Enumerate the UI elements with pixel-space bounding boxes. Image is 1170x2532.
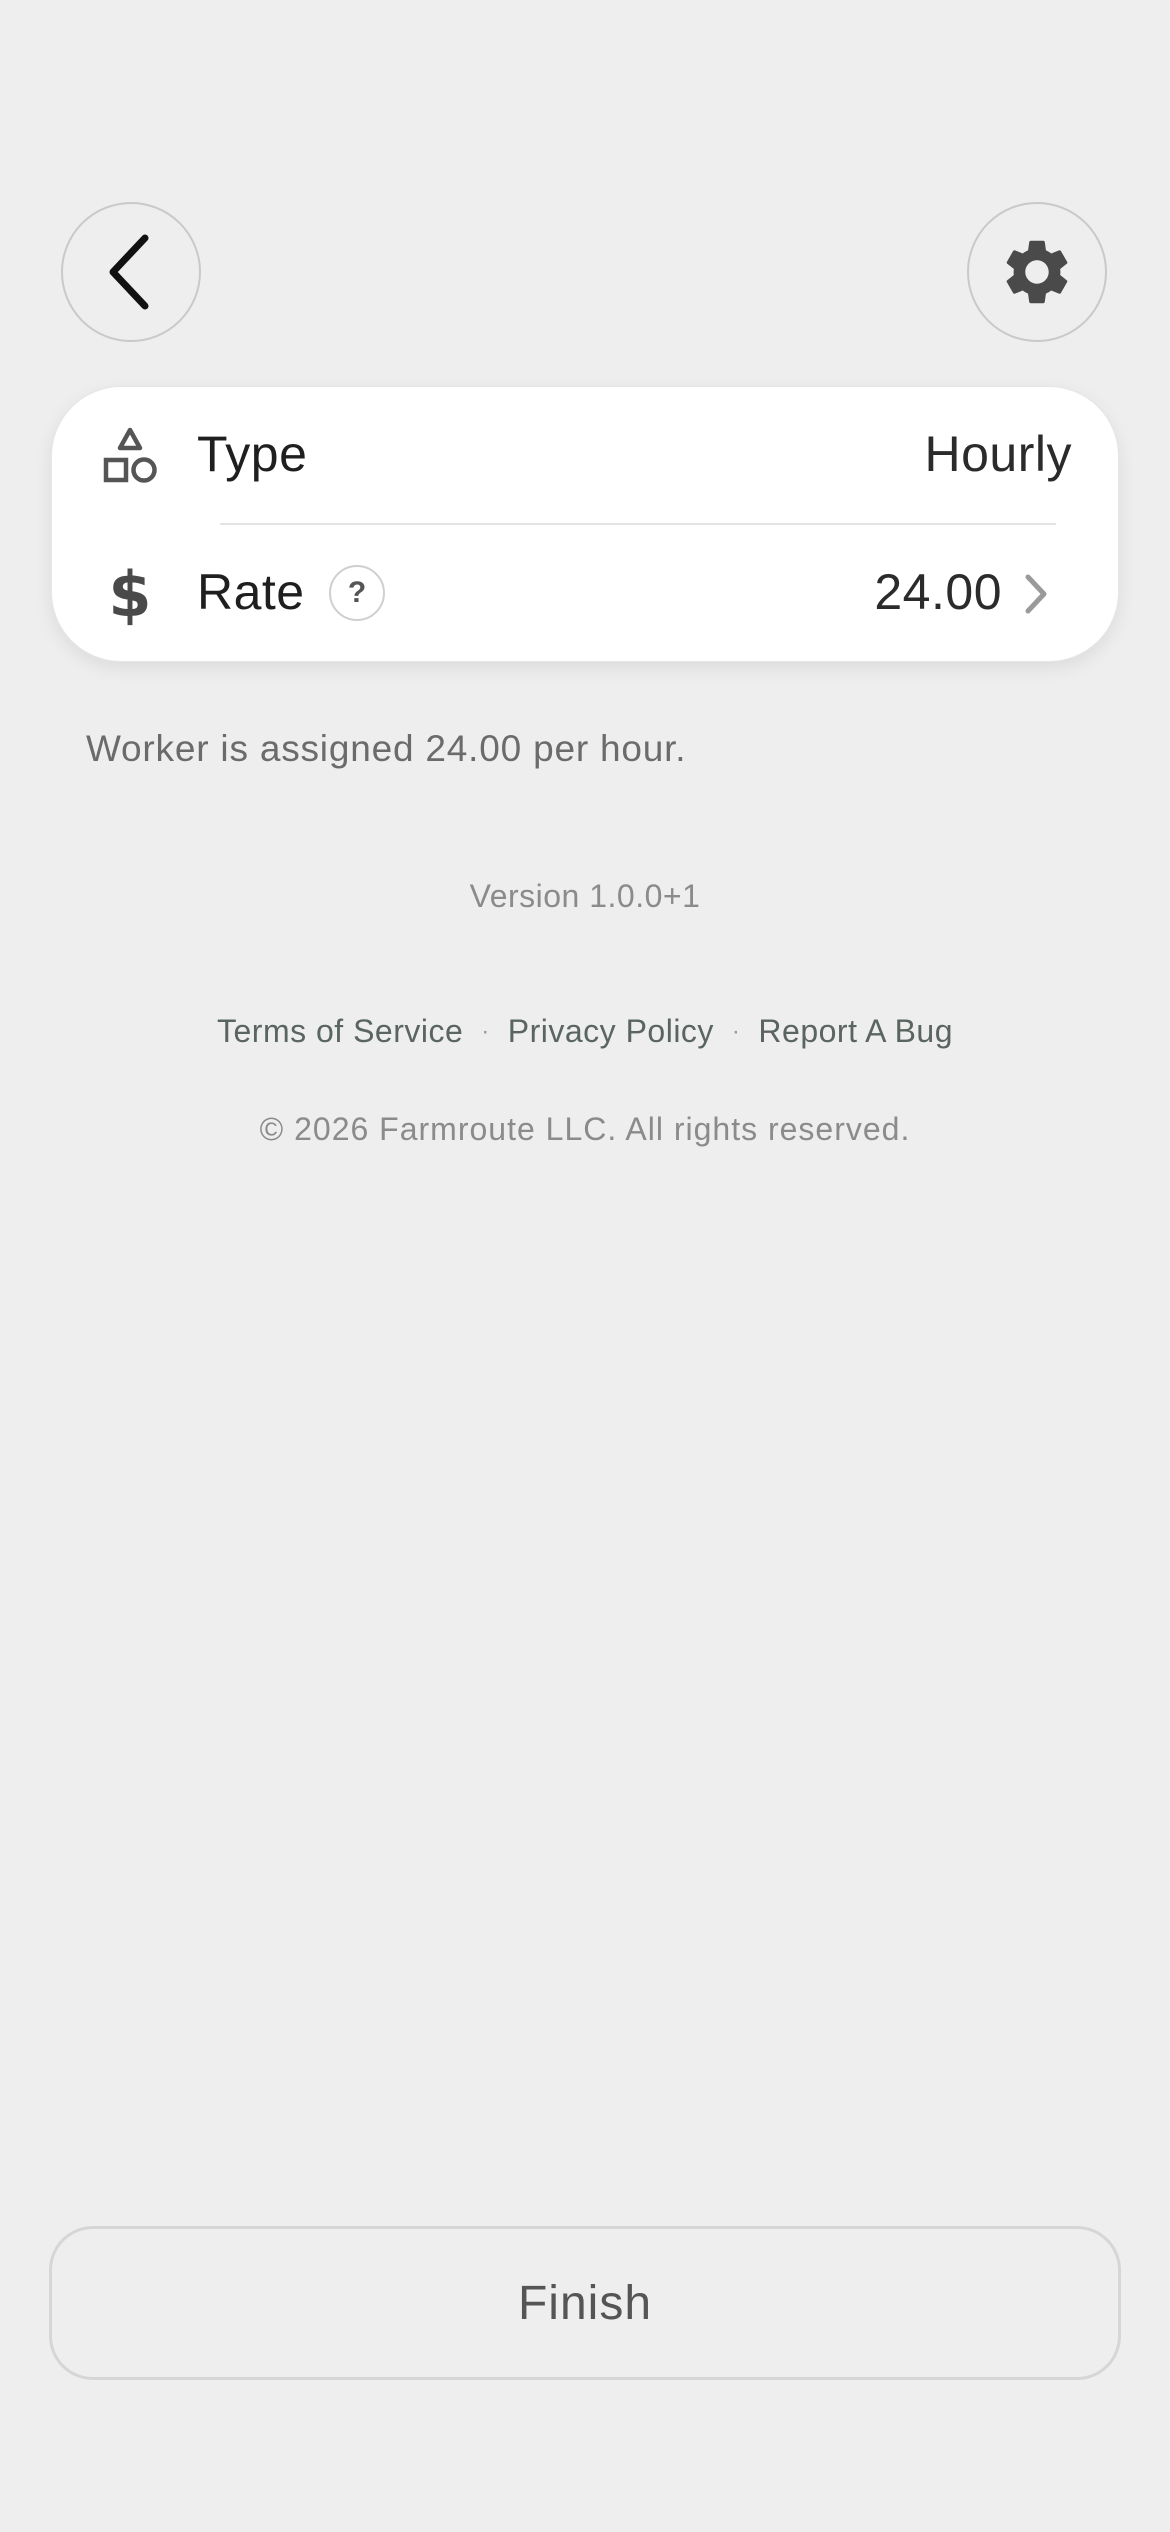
type-row[interactable]: Type Hourly: [52, 387, 1118, 525]
gear-icon: [1006, 240, 1068, 304]
dollar-icon: $: [97, 561, 163, 627]
rate-description: Worker is assigned 24.00 per hour.: [86, 728, 687, 769]
chevron-right-icon: [1016, 571, 1056, 617]
rate-label: Rate: [197, 564, 305, 620]
settings-button[interactable]: [967, 202, 1107, 342]
link-separator: ·: [731, 1017, 741, 1045]
rate-help-button[interactable]: ?: [329, 565, 385, 621]
link-separator: ·: [481, 1017, 490, 1045]
rate-value: 24.00: [874, 564, 1002, 620]
version-label: Version 1.0.0+1: [469, 878, 701, 914]
type-label: Type: [197, 426, 308, 482]
copyright-text: © 2026 Farmroute LLC. All rights reserve…: [259, 1111, 911, 1147]
rate-row[interactable]: $ Rate ? 24.00: [52, 525, 1118, 663]
privacy-policy-link[interactable]: Privacy Policy: [508, 1013, 714, 1050]
pay-settings-card: Type Hourly $ Rate ? 24.00: [51, 386, 1119, 662]
svg-text:$: $: [108, 561, 151, 627]
report-bug-link[interactable]: Report A Bug: [758, 1013, 953, 1050]
back-button[interactable]: [61, 202, 201, 342]
finish-button[interactable]: Finish: [49, 2226, 1121, 2380]
terms-of-service-link[interactable]: Terms of Service: [217, 1013, 463, 1050]
type-value: Hourly: [924, 426, 1072, 482]
chevron-left-icon: [109, 234, 149, 310]
shapes-icon: [97, 423, 163, 489]
footer-links: Terms of Service · Privacy Policy · Repo…: [0, 1013, 1170, 1050]
